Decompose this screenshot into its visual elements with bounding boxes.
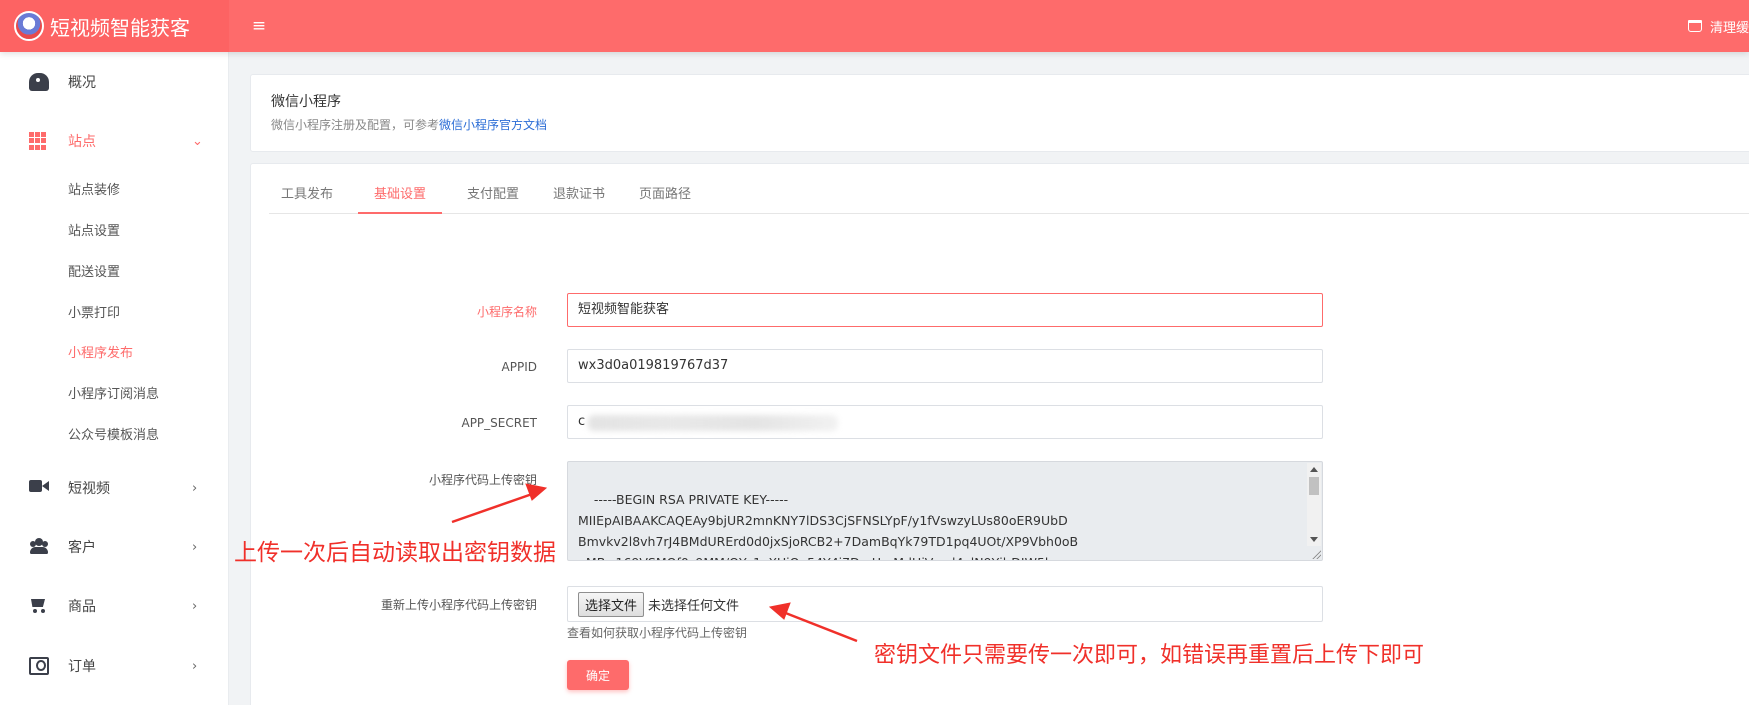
chevron-right-icon: › bbox=[192, 480, 198, 496]
sidebar-item-orders[interactable]: 订单 › bbox=[0, 646, 229, 686]
reupload-key-label: 重新上传小程序代码上传密钥 bbox=[380, 598, 537, 612]
page-title: 微信小程序 bbox=[271, 94, 341, 110]
sidebar-subitem-delivery-settings[interactable]: 配送设置 bbox=[68, 261, 120, 280]
annotation-right-note: 密钥文件只需要传一次即可，如错误再重置后上传下即可 bbox=[874, 643, 1425, 668]
textarea-scrollbar[interactable] bbox=[1307, 463, 1321, 546]
cart-icon bbox=[29, 597, 49, 615]
key-file-picker: 选择文件 未选择任何文件 bbox=[567, 586, 1323, 622]
tab-refund-certificate[interactable]: 退款证书 bbox=[541, 178, 617, 214]
how-to-get-key-link[interactable]: 查看如何获取小程序代码上传密钥 bbox=[567, 624, 747, 641]
sidebar-item-label: 商品 bbox=[68, 599, 96, 615]
app-secret-input[interactable]: c bbox=[567, 405, 1323, 439]
annotation-left-note: 上传一次后自动读取出密钥数据 bbox=[234, 540, 556, 566]
top-bar: 短视频智能获客 ≡ 清理缓 bbox=[0, 0, 1749, 52]
sidebar-subitem-subscription-messages[interactable]: 小程序订阅消息 bbox=[68, 383, 159, 402]
clear-cache-label: 清理缓 bbox=[1709, 20, 1749, 36]
brand-logo-icon bbox=[14, 11, 44, 41]
secret-blur-mask bbox=[588, 415, 838, 431]
dashboard-icon bbox=[29, 73, 49, 91]
upload-key-textarea[interactable]: -----BEGIN RSA PRIVATE KEY----- MIIEpAIB… bbox=[567, 461, 1323, 561]
grid-icon bbox=[29, 132, 49, 150]
miniprogram-name-input[interactable]: 短视频智能获客 bbox=[567, 293, 1323, 327]
app-secret-label: APP_SECRET bbox=[461, 416, 537, 430]
money-icon bbox=[29, 657, 49, 675]
appid-input[interactable]: wx3d0a019819767d37 bbox=[567, 349, 1323, 383]
users-icon bbox=[29, 538, 49, 556]
sidebar-item-label: 订单 bbox=[68, 659, 96, 675]
sidebar-item-customers[interactable]: 客户 › bbox=[0, 527, 229, 567]
video-icon bbox=[29, 479, 49, 497]
tab-bar: 工具发布 基础设置 支付配置 退款证书 页面路径 bbox=[269, 178, 1749, 214]
scroll-thumb[interactable] bbox=[1309, 477, 1319, 495]
sidebar-item-site[interactable]: 站点 ⌄ bbox=[0, 121, 229, 161]
sidebar-item-label: 概况 bbox=[68, 75, 96, 91]
official-docs-link[interactable]: 微信小程序官方文档 bbox=[439, 118, 547, 132]
tab-payment-config[interactable]: 支付配置 bbox=[455, 178, 531, 214]
upload-key-label: 小程序代码上传密钥 bbox=[428, 473, 537, 487]
sidebar-item-label: 短视频 bbox=[68, 481, 110, 497]
scroll-up-icon[interactable] bbox=[1310, 467, 1318, 472]
tab-basic-settings[interactable]: 基础设置 bbox=[358, 178, 442, 214]
sidebar-subitem-site-settings[interactable]: 站点设置 bbox=[68, 220, 120, 239]
sidebar-subitem-template-messages[interactable]: 公众号模板消息 bbox=[68, 424, 159, 443]
sidebar: 概况 站点 ⌄ 站点装修 站点设置 配送设置 小票打印 小程序发布 小程序订阅消… bbox=[0, 52, 229, 705]
header-card: 微信小程序 微信小程序注册及配置，可参考微信小程序官方文档 bbox=[250, 74, 1749, 152]
sidebar-item-overview[interactable]: 概况 bbox=[0, 62, 229, 102]
settings-card: 工具发布 基础设置 支付配置 退款证书 页面路径 小程序名称 短视频智能获客 A… bbox=[250, 163, 1749, 705]
choose-file-button[interactable]: 选择文件 bbox=[578, 591, 645, 617]
clear-cache-button[interactable]: 清理缓 bbox=[1687, 0, 1749, 52]
sidebar-subitem-receipt-printing[interactable]: 小票打印 bbox=[68, 302, 120, 321]
tab-page-paths[interactable]: 页面路径 bbox=[627, 178, 703, 214]
scroll-down-icon[interactable] bbox=[1310, 537, 1318, 542]
resize-handle-icon[interactable] bbox=[1311, 549, 1321, 559]
upload-key-text: -----BEGIN RSA PRIVATE KEY----- MIIEpAIB… bbox=[578, 492, 1083, 560]
basket-icon bbox=[1687, 20, 1702, 32]
brand-title: 短视频智能获客 bbox=[50, 15, 190, 40]
chevron-right-icon: › bbox=[192, 539, 198, 555]
miniprogram-name-label: 小程序名称 bbox=[476, 305, 537, 319]
tab-tool-publish[interactable]: 工具发布 bbox=[269, 178, 345, 214]
app-secret-value: c bbox=[578, 414, 586, 429]
sidebar-subitem-site-decoration[interactable]: 站点装修 bbox=[68, 179, 120, 198]
brand[interactable]: 短视频智能获客 bbox=[0, 0, 229, 52]
sidebar-item-products[interactable]: 商品 › bbox=[0, 586, 229, 626]
page-description: 微信小程序注册及配置，可参考微信小程序官方文档 bbox=[271, 116, 547, 133]
appid-label: APPID bbox=[501, 360, 537, 374]
menu-toggle-icon[interactable]: ≡ bbox=[249, 16, 269, 36]
sidebar-subitem-miniprogram-publish[interactable]: 小程序发布 bbox=[68, 342, 133, 361]
chevron-down-icon: ⌄ bbox=[192, 133, 203, 149]
sidebar-item-short-video[interactable]: 短视频 › bbox=[0, 468, 229, 508]
chevron-right-icon: › bbox=[192, 658, 198, 674]
sidebar-item-label: 客户 bbox=[68, 540, 96, 556]
sidebar-item-label: 站点 bbox=[68, 134, 96, 150]
page-description-text: 微信小程序注册及配置，可参考 bbox=[271, 118, 440, 132]
chevron-right-icon: › bbox=[192, 598, 198, 614]
file-status-text: 未选择任何文件 bbox=[648, 598, 740, 614]
submit-button[interactable]: 确定 bbox=[567, 660, 629, 690]
